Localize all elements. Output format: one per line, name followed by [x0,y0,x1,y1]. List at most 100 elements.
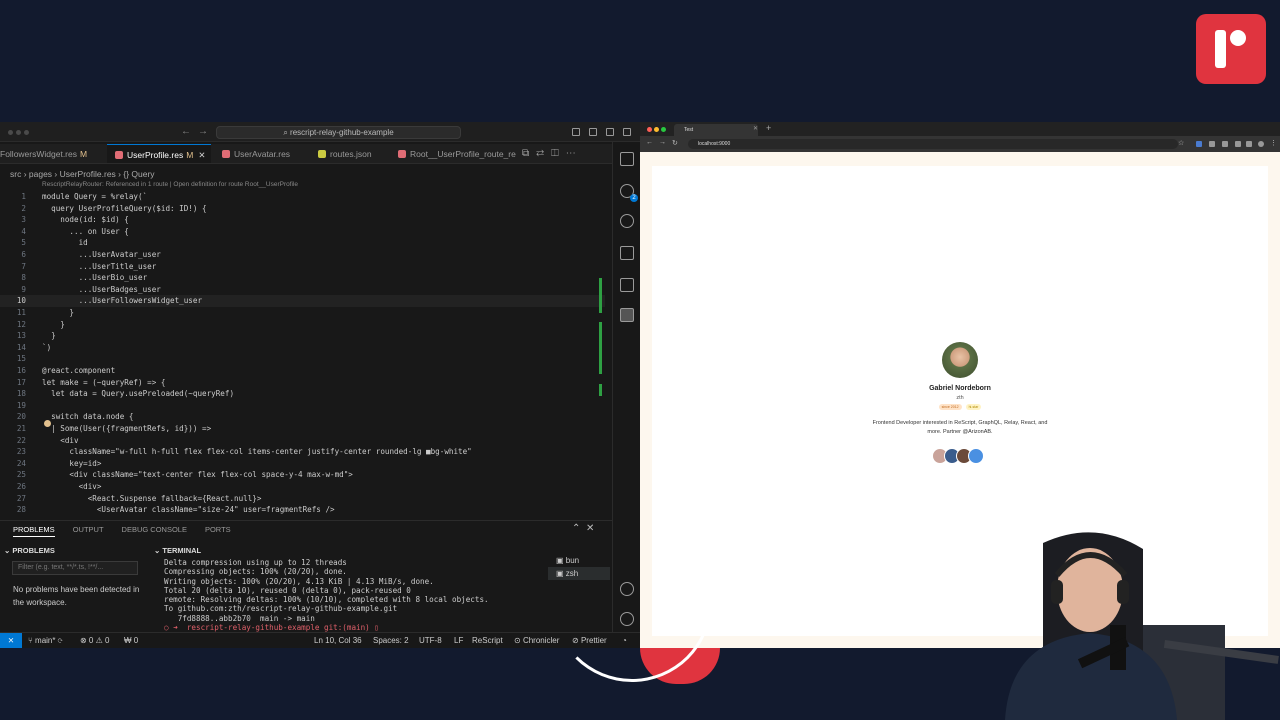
code-line[interactable]: 19 [0,400,605,412]
code-line[interactable]: 25 <div className="text-center flex flex… [0,469,605,481]
tab-root-userprofile-route[interactable]: Root__UserProfile_route_re [388,144,522,163]
extension-icon[interactable] [1222,141,1228,147]
code-line[interactable]: 1 module Query = %relay(` [0,191,605,203]
tab-useravatar[interactable]: UserAvatar.res [212,144,304,163]
code-line[interactable]: 17 let make = (~queryRef) => { [0,377,605,389]
code-line[interactable]: 14 `) [0,342,605,354]
close-traffic-light[interactable] [8,130,13,135]
command-center[interactable]: ⌕ rescript-relay-github-example [216,126,461,139]
forward-arrow-icon[interactable]: → [198,126,208,137]
code-line[interactable]: 24 key=id> [0,458,605,470]
code-line[interactable]: 22 <div [0,435,605,447]
code-line[interactable]: 18 let data = Query.usePreloaded(~queryR… [0,388,605,400]
code-line[interactable]: 9 ...UserBadges_user [0,284,605,296]
problems-filter-input[interactable]: Filter (e.g. text, **/*.ts, !**/... [12,561,138,575]
tab-userprofile[interactable]: UserProfile.res M ✕ [107,144,211,163]
terminal-item-bun[interactable]: ▣ bun [548,554,610,567]
code-line[interactable]: 28 <UserAvatar className="size-24" user=… [0,504,605,516]
status-eol[interactable]: LF [454,633,463,648]
browser-tab[interactable]: Test [674,124,758,136]
tab-ports[interactable]: PORTS [205,525,231,534]
code-line[interactable]: 20 switch data.node { [0,411,605,423]
code-line[interactable]: 6 ...UserAvatar_user [0,249,605,261]
extension-icon[interactable] [1209,141,1215,147]
new-tab-icon[interactable]: + [766,123,771,133]
close-tab-icon[interactable]: ✕ [753,125,758,132]
code-line[interactable]: 2 query UserProfileQuery($id: ID!) { [0,203,605,215]
toggle-secondary-sidebar-icon[interactable] [606,128,614,136]
tab-output[interactable]: OUTPUT [73,525,104,534]
minimize-traffic-light[interactable] [16,130,21,135]
code-line[interactable]: 5 id [0,237,605,249]
line-number: 17 [16,377,26,387]
status-encoding[interactable]: UTF-8 [419,633,442,648]
bookmark-star-icon[interactable]: ☆ [1178,139,1184,147]
code-line[interactable]: 3 node(id: $id) { [0,214,605,226]
terminal-section-header[interactable]: ⌄ TERMINAL [154,546,201,555]
zoom-traffic-light[interactable] [661,127,666,132]
close-traffic-light[interactable] [647,127,652,132]
code-line[interactable]: 23 className="w-full h-full flex flex-co… [0,446,605,458]
status-ports[interactable]: ₩ 0 [124,633,138,648]
code-line[interactable]: 8 ...UserBio_user [0,272,605,284]
toggle-sidebar-icon[interactable] [572,128,580,136]
close-tab-icon[interactable]: ✕ [198,150,205,160]
zoom-traffic-light[interactable] [24,130,29,135]
toggle-panel-icon[interactable] [589,128,597,136]
status-language[interactable]: ReScript [472,633,503,648]
code-line[interactable]: 16 @react.component [0,365,605,377]
code-line[interactable]: 10 ...UserFollowersWidget_user [0,295,605,307]
code-line[interactable]: 4 ... on User { [0,226,605,238]
tab-problems[interactable]: PROBLEMS [13,525,55,537]
reload-icon[interactable]: ↻ [672,139,678,147]
profile-avatar-icon[interactable] [1258,141,1264,147]
forward-icon[interactable]: → [659,139,666,146]
split-editor-icon[interactable]: ◫ [551,148,566,159]
code-editor[interactable]: 1 module Query = %relay(` 2 query UserProf… [0,191,605,519]
accounts-icon[interactable] [620,582,634,596]
more-actions-icon[interactable]: ⋯ [566,148,583,159]
extension-icon[interactable] [1196,141,1202,147]
status-chronicler[interactable]: ⊙ Chronicler [514,633,559,648]
follower-avatar[interactable] [968,448,984,464]
breadcrumb[interactable]: src › pages › UserProfile.res › {} Query [10,169,155,179]
extensions-icon[interactable] [620,278,634,292]
address-bar[interactable]: localhost:9000 [688,139,1178,149]
status-indentation[interactable]: Spaces: 2 [373,633,409,648]
back-icon[interactable]: ← [646,139,653,146]
code-line[interactable]: 26 <div> [0,481,605,493]
code-line[interactable]: 11 } [0,307,605,319]
code-line[interactable]: 13 } [0,330,605,342]
code-line[interactable]: 21 | Some(User({fragmentRefs, id})) => [0,423,605,435]
code-line[interactable]: 15 [0,353,605,365]
tab-followerswidget[interactable]: FollowersWidget.res M [0,144,106,163]
terminal-output[interactable]: Delta compression using up to 12 threads… [164,558,534,632]
code-line[interactable]: 27 <React.Suspense fallback={React.null}… [0,493,605,505]
explorer-icon[interactable] [620,152,634,166]
customize-layout-icon[interactable] [623,128,631,136]
back-arrow-icon[interactable]: ← [181,126,191,137]
code-lens[interactable]: RescriptRelayRouter: Referenced in 1 rou… [42,181,298,188]
chronicler-icon[interactable] [620,308,634,322]
run-debug-icon[interactable] [620,246,634,260]
code-line[interactable]: 7 ...UserTitle_user [0,261,605,273]
minimize-traffic-light[interactable] [654,127,659,132]
lightbulb-icon[interactable] [44,420,51,427]
tab-debug-console[interactable]: DEBUG CONSOLE [122,525,187,534]
terminal-item-zsh[interactable]: ▣ zsh [548,567,610,580]
extension-icon[interactable] [1235,141,1241,147]
search-icon[interactable] [620,214,634,228]
status-cursor-position[interactable]: Ln 10, Col 36 [314,633,362,648]
compare-icon[interactable]: ⇄ [536,148,551,159]
problems-section-header[interactable]: ⌄ PROBLEMS [4,546,55,555]
close-panel-icon[interactable]: ✕ [586,523,594,534]
tab-routes-json[interactable]: routes.json [306,144,388,163]
browser-menu-icon[interactable]: ⋮ [1270,139,1277,147]
open-changes-icon[interactable]: ⧉ [522,148,536,159]
maximize-panel-icon[interactable]: ⌃ [572,523,580,534]
status-problems[interactable]: ⊗ 0 ⚠ 0 [80,633,109,648]
status-branch[interactable]: ⑂ main* ⟳ [28,633,63,648]
code-line[interactable]: 12 } [0,319,605,331]
sidepanel-icon[interactable] [1246,141,1252,147]
remote-indicator-icon[interactable]: ⨯ [0,633,22,648]
